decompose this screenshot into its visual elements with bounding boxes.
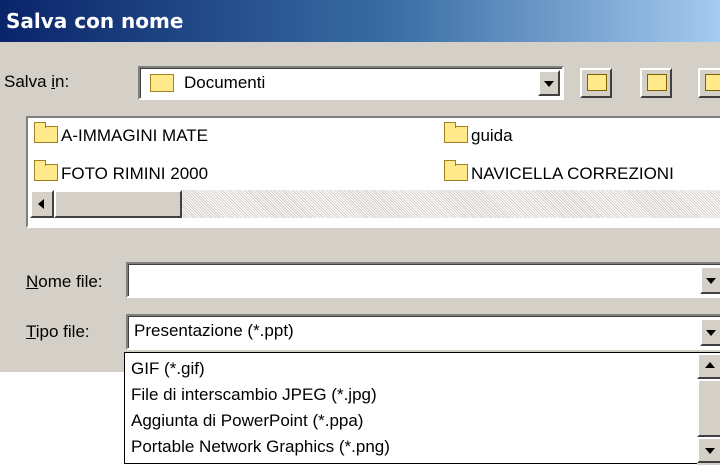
file-type-dropdown-list[interactable]: GIF (*.gif) File di interscambio JPEG (*… [124,352,720,465]
title-bar[interactable]: Salva con nome [0,0,720,42]
folder-icon [34,122,58,143]
view-menu-icon [705,74,720,91]
open-folder-icon [150,74,174,92]
scroll-down-button[interactable] [697,437,720,463]
up-one-level-icon [587,74,607,91]
new-folder-button[interactable] [640,68,672,98]
chevron-down-icon [544,81,554,87]
scroll-thumb[interactable] [54,190,182,218]
file-type-dropdown-button[interactable] [700,318,720,346]
list-item[interactable]: FOTO RIMINI 2000 [34,160,208,184]
view-menu-button[interactable] [698,68,720,98]
save-in-dropdown-button[interactable] [538,70,560,96]
list-item[interactable]: guida [444,122,513,146]
save-in-label: Salva in: [4,72,70,91]
list-item[interactable]: NAVICELLA CORREZIONI [444,160,674,184]
list-item[interactable]: A-IMMAGINI MATE [34,122,208,146]
chevron-down-icon [706,278,716,284]
folder-icon [444,160,468,181]
horizontal-scrollbar[interactable] [30,190,720,218]
file-type-option[interactable]: File di interscambio JPEG (*.jpg) [131,385,377,405]
window-title: Salva con nome [6,9,184,33]
file-type-select[interactable]: Presentazione (*.ppt) [126,314,720,350]
save-in-value: Documenti [184,73,266,92]
new-folder-icon [647,74,667,91]
file-name-input[interactable] [126,262,720,298]
folder-icon [34,160,58,181]
scroll-up-button[interactable] [697,353,720,379]
up-one-level-button[interactable] [580,68,612,98]
file-name-dropdown-button[interactable] [700,266,720,294]
chevron-down-icon [705,448,715,454]
save-as-dialog: Salva con nome Salva in: Documenti A-IMM… [0,0,720,372]
scroll-thumb[interactable] [697,379,720,437]
vertical-scrollbar[interactable] [697,353,720,465]
save-in-select[interactable]: Documenti [138,66,564,100]
file-type-label: Tipo file: [26,322,90,341]
chevron-up-icon [705,362,715,368]
file-type-value: Presentazione (*.ppt) [134,321,294,340]
folder-icon [444,122,468,143]
scroll-left-button[interactable] [30,190,54,218]
chevron-left-icon [38,199,44,209]
chevron-down-icon [706,330,716,336]
file-type-option[interactable]: Portable Network Graphics (*.png) [131,437,390,457]
file-type-option[interactable]: GIF (*.gif) [131,359,205,379]
file-type-option[interactable]: Aggiunta di PowerPoint (*.ppa) [131,411,363,431]
file-list[interactable]: A-IMMAGINI MATE guida FOTO RIMINI 2000 N… [26,116,720,228]
file-name-label: Nome file: [26,272,103,291]
